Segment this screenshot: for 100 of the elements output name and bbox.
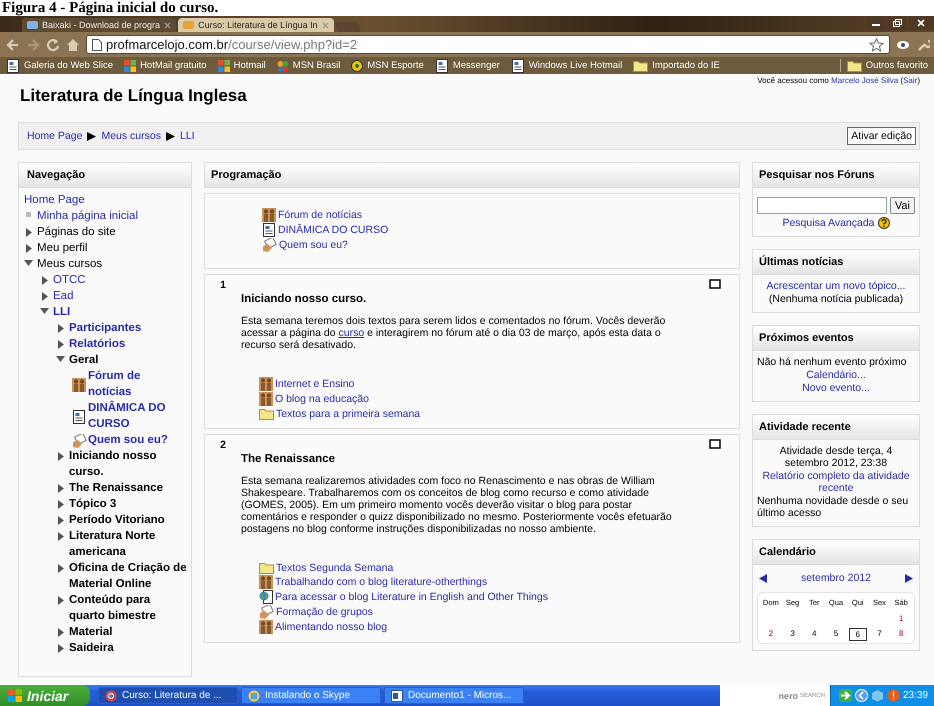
square-icon[interactable] (709, 439, 721, 449)
breadcrumb-link[interactable]: Meus cursos (101, 130, 161, 142)
taskbar-button[interactable]: Documento1 - Micros... (384, 687, 524, 704)
collapsed-arrow-icon[interactable] (58, 628, 64, 637)
activity-link[interactable]: Textos Segunda Semana (276, 562, 394, 574)
nav-item[interactable]: Oficina de Criação de Material Online (69, 560, 187, 592)
nav-item[interactable]: Meus cursos (37, 256, 102, 272)
collapsed-arrow-icon[interactable] (58, 596, 64, 605)
calendar-day[interactable]: 6 (848, 628, 867, 641)
chevron-icon[interactable] (854, 689, 868, 702)
square-icon[interactable] (709, 279, 721, 289)
activity-link[interactable]: Quem sou eu? (279, 239, 348, 251)
nav-item[interactable]: Período Vitoriano (69, 512, 165, 528)
collapsed-arrow-icon[interactable] (58, 516, 64, 525)
nav-item[interactable]: Ead (53, 288, 74, 304)
bookmark[interactable]: Importado do IE (633, 59, 720, 72)
bookmark[interactable]: Hotmail (218, 60, 266, 72)
search-button[interactable]: Vai (890, 197, 915, 214)
bookmark[interactable]: MSN Esporte (351, 60, 424, 72)
previous-month-icon[interactable] (759, 574, 767, 582)
calendar-day[interactable]: 7 (870, 628, 888, 641)
nav-item[interactable]: Iniciando nosso curso. (69, 448, 187, 480)
nav-item[interactable]: Relatórios (69, 336, 126, 352)
nav-item[interactable]: Páginas do site (37, 224, 116, 240)
arrow-icon[interactable] (838, 689, 852, 702)
nav-item[interactable]: Minha página inicial (37, 208, 138, 224)
nav-item[interactable]: The Renaissance (69, 480, 163, 496)
star-icon[interactable] (869, 38, 884, 52)
text-link[interactable]: Marcelo José Silva (831, 76, 898, 85)
activity-link[interactable]: DINÂMICA DO CURSO (278, 224, 388, 236)
expanded-arrow-icon[interactable] (24, 260, 33, 266)
reload-icon[interactable] (46, 38, 60, 52)
activity-link[interactable]: Textos para a primeira semana (276, 408, 420, 420)
calendar-day[interactable]: 5 (827, 628, 845, 641)
activity-link[interactable]: Trabalhando com o blog literature-otherthings (275, 576, 488, 588)
collapsed-arrow-icon[interactable] (58, 500, 64, 509)
advanced-search-link[interactable]: Pesquisa Avançada (782, 217, 875, 229)
block-link[interactable]: Novo evento... (757, 382, 915, 394)
collapsed-arrow-icon[interactable] (26, 228, 32, 237)
month-link[interactable]: setembro 2012 (800, 572, 872, 584)
nav-item[interactable]: Literatura Norte americana (69, 528, 187, 560)
activity-link[interactable]: O blog na educação (275, 393, 369, 405)
next-month-icon[interactable] (904, 574, 913, 582)
start-button[interactable]: Iniciar (0, 685, 90, 706)
activity-link[interactable]: Internet e Ensino (275, 378, 354, 390)
warning-icon[interactable] (886, 689, 900, 702)
nav-item[interactable]: Tópico 3 (69, 496, 116, 512)
collapsed-arrow-icon[interactable] (26, 244, 32, 253)
nav-item[interactable]: Quem sou eu? (88, 432, 168, 448)
calendar-day[interactable]: 4 (805, 628, 824, 641)
bookmark-folder[interactable]: Outros favorito (840, 59, 928, 72)
calendar-day[interactable]: 2 (762, 628, 780, 641)
block-link[interactable]: Calendário... (757, 369, 915, 381)
nav-item[interactable]: Home Page (24, 192, 85, 208)
edit-mode-button[interactable]: Ativar edição (847, 127, 916, 145)
collapsed-arrow-icon[interactable] (58, 324, 64, 333)
block-link[interactable]: Acrescentar um novo tópico... (757, 280, 915, 292)
nav-item[interactable]: LLI (53, 304, 70, 320)
collapsed-arrow-icon[interactable] (42, 292, 48, 301)
address-bar[interactable]: profmarcelojo.com.br/course/view.php?id=2 (86, 35, 890, 54)
activity-link[interactable]: Fórum de notícias (278, 209, 362, 221)
collapsed-arrow-icon[interactable] (58, 340, 64, 349)
bookmark[interactable]: Messenger (434, 58, 500, 72)
nav-item[interactable]: Meu perfil (37, 240, 88, 256)
collapsed-arrow-icon[interactable] (58, 564, 64, 573)
calendar-day[interactable]: 3 (784, 628, 802, 641)
nav-item[interactable]: DINÂMICA DO CURSO (88, 400, 187, 432)
back-arrow-icon[interactable] (6, 38, 20, 52)
taskbar-button[interactable]: Curso: Literatura de ... (98, 687, 238, 704)
help-icon[interactable] (878, 217, 890, 229)
expanded-arrow-icon[interactable] (56, 356, 65, 362)
calendar-day[interactable]: 8 (892, 628, 910, 641)
nav-item[interactable]: Conteúdo para quarto bimestre (69, 592, 187, 624)
text-link[interactable]: Sair (903, 76, 918, 85)
nav-item[interactable]: Geral (69, 352, 98, 368)
wrench-icon[interactable] (916, 38, 930, 52)
activity-link[interactable]: Alimentando nosso blog (275, 621, 388, 633)
collapsed-arrow-icon[interactable] (58, 452, 64, 461)
nav-item[interactable]: Saideira (69, 640, 114, 656)
collapsed-arrow-icon[interactable] (58, 644, 64, 653)
block-link[interactable]: Relatório completo da atividade recente (757, 470, 915, 494)
expanded-arrow-icon[interactable] (40, 308, 49, 314)
collapsed-arrow-icon[interactable] (42, 276, 48, 285)
activity-link[interactable]: Formação de grupos (276, 606, 373, 618)
text-link[interactable]: curso (338, 327, 364, 339)
breadcrumb-link[interactable]: Home Page (27, 130, 82, 142)
collapsed-arrow-icon[interactable] (58, 532, 64, 541)
nav-item[interactable]: Participantes (69, 320, 142, 336)
collapsed-arrow-icon[interactable] (58, 484, 64, 493)
bookmark[interactable]: HotMail gratuito (124, 60, 207, 72)
activity-link[interactable]: Para acessar o blog Literature in English and Other Things (275, 591, 548, 603)
breadcrumb-link[interactable]: LLI (180, 130, 195, 142)
browser-tab[interactable]: Baixaki - Download de progra (22, 18, 176, 32)
calendar-day[interactable]: 1 (892, 613, 910, 624)
browser-tab[interactable]: Curso: Literatura de Língua In (178, 18, 334, 32)
bookmark[interactable]: Galeria do Web Slice (6, 58, 114, 72)
bookmark[interactable]: Windows Live Hotmail (510, 58, 622, 72)
nav-item[interactable]: Material (69, 624, 112, 640)
taskbar-button[interactable]: Instalando o Skype (241, 687, 381, 704)
home-icon[interactable] (66, 38, 80, 52)
